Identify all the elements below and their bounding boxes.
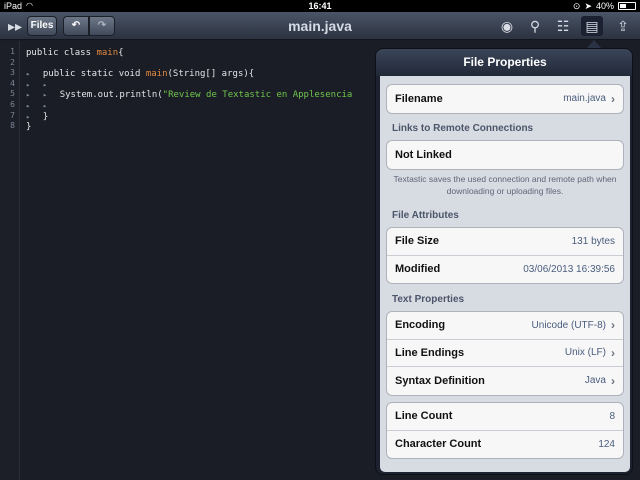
code-token: main bbox=[96, 48, 119, 58]
syntax-definition-row[interactable]: Syntax Definition Java › bbox=[387, 367, 623, 395]
code-line: ▸ ▸ bbox=[26, 80, 376, 91]
filename-group: Filename main.java › bbox=[386, 84, 624, 114]
counts-group: Line Count 8 Character Count 124 bbox=[386, 402, 624, 459]
line-number: 5 bbox=[10, 89, 15, 99]
preview-eye-icon[interactable]: ◉ bbox=[496, 16, 518, 36]
filename-row[interactable]: Filename main.java › bbox=[387, 85, 623, 113]
line-count-row: Line Count 8 bbox=[387, 403, 623, 431]
code-editor[interactable]: public class main{▸ public static void m… bbox=[26, 48, 376, 143]
status-bar: iPad ◠ 16:41 ⊙ ➤ 40% bbox=[0, 0, 640, 12]
share-icon[interactable]: ⇪ bbox=[612, 16, 634, 36]
line-number: 7 bbox=[10, 110, 15, 120]
battery-icon bbox=[618, 2, 636, 10]
encoding-row[interactable]: Encoding Unicode (UTF-8) › bbox=[387, 312, 623, 340]
modified-row: Modified 03/06/2013 16:39:56 bbox=[387, 256, 623, 284]
fold-indicator-icon: ▸ bbox=[26, 70, 43, 79]
character-count-row: Character Count 124 bbox=[387, 431, 623, 459]
fold-indicator-icon: ▸ ▸ bbox=[26, 101, 48, 110]
fold-indicator-icon: ▸ ▸ bbox=[26, 91, 60, 100]
text-section-header: Text Properties bbox=[392, 294, 465, 305]
encoding-label: Encoding bbox=[395, 319, 446, 332]
code-token: "Review de Textastic en Applesencia bbox=[162, 90, 353, 101]
attributes-section-header: File Attributes bbox=[392, 210, 459, 221]
code-token: public class bbox=[26, 48, 97, 58]
code-line: ▸ ▸ System.out.println("Review de Textas… bbox=[26, 90, 376, 101]
battery-fill bbox=[620, 4, 627, 8]
redo-button[interactable]: ↷ bbox=[89, 16, 115, 36]
line-count-value: 8 bbox=[609, 410, 615, 422]
popover-body: Filename main.java › Links to Remote Con… bbox=[380, 76, 630, 472]
line-count-label: Line Count bbox=[395, 410, 453, 423]
character-count-label: Character Count bbox=[395, 438, 482, 451]
code-token: (String[] args){ bbox=[167, 69, 255, 80]
code-line: ▸ } bbox=[26, 112, 376, 123]
filename-label: Filename bbox=[395, 92, 443, 105]
search-icon[interactable]: ⚲ bbox=[524, 16, 546, 36]
line-endings-label: Line Endings bbox=[395, 346, 465, 359]
not-linked-label: Not Linked bbox=[395, 148, 452, 161]
links-section-header: Links to Remote Connections bbox=[392, 123, 534, 134]
battery-percent: 40% bbox=[595, 1, 614, 11]
not-linked-row[interactable]: Not Linked bbox=[387, 141, 623, 169]
encoding-value: Unicode (UTF-8) bbox=[531, 319, 606, 331]
line-number: 8 bbox=[10, 121, 15, 131]
line-number: 1 bbox=[10, 47, 15, 56]
fold-indicator-icon: ▸ ▸ bbox=[26, 80, 48, 89]
code-token: public static void bbox=[42, 69, 146, 80]
fold-indicator-icon: ▸ bbox=[26, 112, 43, 121]
file-size-row: File Size 131 bytes bbox=[387, 228, 623, 256]
code-token: { bbox=[118, 48, 124, 58]
code-line: ▸ public static void main(String[] args)… bbox=[26, 69, 376, 80]
chevron-right-icon: › bbox=[611, 318, 615, 333]
file-size-label: File Size bbox=[395, 235, 440, 248]
syntax-definition-value: Java bbox=[584, 375, 606, 387]
location-icon: ➤ bbox=[584, 1, 592, 11]
modified-value: 03/06/2013 16:39:56 bbox=[523, 263, 615, 275]
files-button[interactable]: Files bbox=[27, 16, 57, 36]
code-token: System.out.println( bbox=[59, 90, 163, 101]
character-count-value: 124 bbox=[598, 438, 615, 450]
code-line: public class main{ bbox=[26, 48, 376, 59]
redo-icon: ↷ bbox=[97, 20, 107, 31]
line-number: 3 bbox=[10, 68, 15, 78]
code-line: } bbox=[26, 122, 376, 133]
chevron-right-icon: › bbox=[611, 91, 615, 106]
line-number: 2 bbox=[10, 57, 15, 67]
toolbar: ▸▸ Files ↶ ↷ ◉ ⚲ ☷ ▤ ⇪ bbox=[0, 12, 640, 40]
chevron-right-icon: › bbox=[611, 373, 615, 388]
text-properties-group: Encoding Unicode (UTF-8) › Line Endings … bbox=[386, 311, 624, 396]
chevron-right-icon: › bbox=[611, 345, 615, 360]
filename-value: main.java bbox=[563, 93, 606, 105]
file-properties-popover: File Properties Filename main.java › Lin… bbox=[375, 48, 633, 475]
toggle-sidebar-icon[interactable]: ▸▸ bbox=[4, 16, 26, 36]
code-token: } bbox=[42, 111, 49, 122]
file-info-icon[interactable]: ▤ bbox=[581, 16, 603, 36]
code-line: ▸ ▸ bbox=[26, 101, 376, 112]
lock-rotation-icon: ⊙ bbox=[572, 1, 581, 11]
line-number-gutter: 12345678 bbox=[0, 41, 20, 480]
undo-icon: ↶ bbox=[71, 20, 81, 31]
undo-button[interactable]: ↶ bbox=[63, 16, 89, 36]
line-endings-row[interactable]: Line Endings Unix (LF) › bbox=[387, 340, 623, 367]
code-token: } bbox=[26, 122, 32, 133]
code-token: main bbox=[145, 69, 168, 80]
links-note: Textastic saves the used connection and … bbox=[393, 174, 617, 196]
modified-label: Modified bbox=[395, 263, 441, 276]
clock: 16:41 bbox=[308, 1, 332, 11]
line-number: 6 bbox=[10, 99, 15, 109]
symbols-icon[interactable]: ☷ bbox=[552, 16, 574, 36]
syntax-definition-label: Syntax Definition bbox=[395, 374, 485, 387]
attributes-group: File Size 131 bytes Modified 03/06/2013 … bbox=[386, 227, 624, 284]
links-group: Not Linked bbox=[386, 140, 624, 170]
popover-title: File Properties bbox=[376, 49, 632, 76]
line-number: 4 bbox=[10, 78, 15, 88]
file-size-value: 131 bytes bbox=[571, 235, 615, 247]
line-endings-value: Unix (LF) bbox=[564, 347, 606, 359]
